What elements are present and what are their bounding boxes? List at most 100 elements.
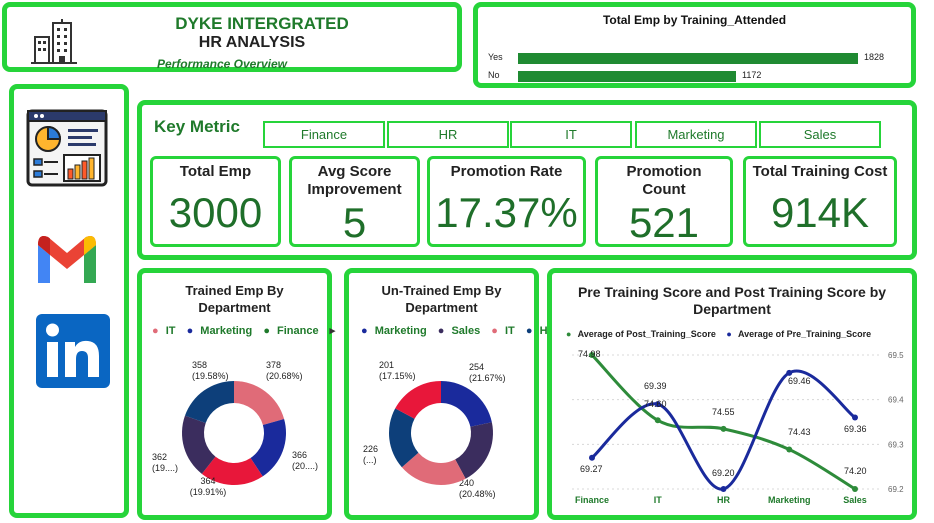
bar-row-no[interactable]: No 1172 — [488, 70, 908, 82]
x-tick-label: HR — [717, 495, 730, 505]
data-point[interactable] — [786, 446, 793, 453]
kpi-value: 914K — [770, 189, 870, 236]
kpi-label: Total Training Cost — [752, 163, 888, 180]
untrained-donut[interactable]: 254 (21.67%) 240 (20.48%) 226 (...) 201 (17.15%… — [349, 348, 534, 513]
line-legend[interactable]: ● Average of Post_Training_Score ● Avera… — [566, 329, 879, 339]
legend-item-marketing[interactable]: ● Marketing — [187, 325, 257, 337]
untrained-legend[interactable]: ● Marketing ● Sales ● IT ● HR ▸ — [361, 324, 576, 337]
data-point[interactable] — [786, 369, 793, 376]
training-attended-title: Total Emp by Training_Attended — [602, 13, 787, 27]
x-tick-label: Marketing — [768, 495, 811, 505]
slice-label: 358 (19.58%) — [192, 360, 229, 381]
trained-donut[interactable]: 378 (20.68%)366 (20....)364 (19.91%)362 (19.… — [142, 348, 327, 513]
slicer-marketing[interactable]: Marketing — [635, 121, 757, 148]
y-tick-label: 69.2 — [888, 485, 904, 494]
slice-label: 366 (20....) — [292, 450, 318, 471]
kpi-promotion-count: Promotion Count 521 — [595, 156, 733, 247]
data-point[interactable] — [720, 425, 727, 432]
x-tick-label: IT — [654, 495, 663, 505]
untrained-emp-chart[interactable]: Un-Trained Emp By Department ● Marketing… — [344, 268, 572, 520]
score-line-chart[interactable]: Pre Training Score and Post Training Sco… — [547, 268, 917, 520]
slicer-it[interactable]: IT — [510, 121, 632, 148]
sidebar — [9, 84, 129, 518]
data-point[interactable] — [720, 486, 727, 492]
untrained-chart-title: Un-Trained Emp By Department — [381, 283, 502, 315]
kpi-total-training-cost: Total Training Cost 914K — [743, 156, 897, 247]
bar-label-yes: Yes — [488, 52, 503, 62]
kpi-label: Avg Score Improvement — [307, 163, 402, 198]
page-title: HR ANALYSIS — [198, 34, 306, 51]
kpi-value: 5 — [342, 199, 367, 246]
data-label: 74.20 — [844, 466, 867, 476]
kpi-value: 3000 — [168, 189, 263, 236]
bar-yes[interactable] — [518, 53, 858, 64]
slicer-finance[interactable]: Finance — [263, 121, 385, 148]
data-label: 69.39 — [644, 381, 667, 391]
legend-item-sales[interactable]: ● Sales — [438, 325, 484, 337]
trained-legend[interactable]: ● IT ● Marketing ● Finance ▸ — [152, 324, 339, 337]
donut-slice[interactable] — [184, 381, 234, 423]
kpi-avg-score-improvement: Avg Score Improvement 5 — [289, 156, 420, 247]
bar-label-no: No — [488, 70, 500, 80]
slice-label: 226 (...) — [363, 444, 378, 465]
legend-item-pre[interactable]: ● Average of Pre_Training_Score — [726, 329, 875, 339]
training-attended-chart[interactable]: Total Emp by Training_Attended Yes 1828 … — [473, 2, 916, 88]
data-point[interactable] — [852, 486, 858, 492]
slicer-sales[interactable]: Sales — [759, 121, 881, 148]
legend-item-post[interactable]: ● Average of Post_Training_Score — [566, 329, 720, 339]
company-name: DYKE INTERGRATED — [175, 14, 349, 33]
donut-slice[interactable] — [441, 381, 492, 427]
key-metric-title: Key Metric — [154, 117, 240, 136]
trained-emp-chart[interactable]: Trained Emp By Department ● IT ● Marketi… — [137, 268, 335, 520]
data-label: 69.20 — [712, 468, 735, 478]
bar-value-no: 1172 — [741, 70, 762, 80]
legend-next-icon[interactable]: ▸ — [330, 325, 336, 337]
dashboard-icon[interactable] — [26, 109, 108, 187]
slicer-hr[interactable]: HR — [387, 121, 509, 148]
x-tick-label: Finance — [575, 495, 609, 505]
data-label: 74.43 — [788, 427, 811, 437]
line-plot[interactable]: 69.5 69.4 69.3 69.2 74.98 74.60 74.55 74.43 74.2… — [552, 343, 912, 515]
slice-label: 362 (19....) — [152, 452, 178, 473]
y-tick-label: 69.5 — [888, 351, 904, 360]
x-tick-label: Sales — [843, 495, 867, 505]
y-tick-label: 69.4 — [888, 396, 904, 405]
donut-slice[interactable] — [234, 381, 285, 425]
kpi-label: Total Emp — [179, 163, 252, 180]
data-point[interactable] — [852, 414, 858, 421]
legend-item-marketing[interactable]: ● Marketing — [361, 325, 431, 337]
bar-row-yes[interactable]: Yes 1828 — [488, 52, 908, 64]
page-subtitle: Performance Overview — [156, 57, 288, 71]
header-panel: DYKE INTERGRATED HR ANALYSIS Performance… — [2, 2, 462, 72]
line-chart-title: Pre Training Score and Post Training Sco… — [577, 284, 887, 317]
kpi-value: 521 — [628, 199, 700, 246]
slice-label: 378 (20.68%) — [266, 360, 303, 381]
legend-item-finance[interactable]: ● Finance — [263, 325, 322, 337]
building-icon — [31, 19, 77, 64]
data-label: 74.98 — [578, 349, 601, 359]
slice-label: 240 (20.48%) — [459, 478, 496, 499]
kpi-label: Promotion Count — [626, 163, 702, 198]
y-tick-label: 69.3 — [888, 440, 904, 449]
data-label: 69.27 — [580, 464, 603, 474]
trained-chart-title: Trained Emp By Department — [185, 283, 284, 315]
linkedin-icon[interactable] — [36, 314, 110, 388]
legend-item-it[interactable]: ● IT — [152, 325, 180, 337]
data-label: 74.60 — [644, 399, 667, 409]
bar-value-yes: 1828 — [864, 52, 885, 62]
gmail-icon[interactable] — [32, 229, 102, 285]
kpi-value: 17.37% — [435, 189, 578, 236]
kpi-promotion-rate: Promotion Rate 17.37% — [427, 156, 586, 247]
kpi-total-emp: Total Emp 3000 — [150, 156, 281, 247]
data-label: 74.55 — [712, 407, 735, 417]
data-point[interactable] — [654, 417, 661, 424]
key-metric-panel: Key Metric Finance HR IT Marketing Sales… — [137, 100, 917, 260]
slice-label: 201 (17.15%) — [379, 360, 416, 381]
slice-label: 254 (21.67%) — [469, 362, 506, 383]
bar-no[interactable] — [518, 71, 736, 82]
data-label: 69.36 — [844, 424, 867, 434]
data-point[interactable] — [589, 454, 595, 461]
data-label: 69.46 — [788, 376, 811, 386]
kpi-label: Promotion Rate — [450, 163, 563, 180]
legend-item-it[interactable]: ● IT — [491, 325, 519, 337]
